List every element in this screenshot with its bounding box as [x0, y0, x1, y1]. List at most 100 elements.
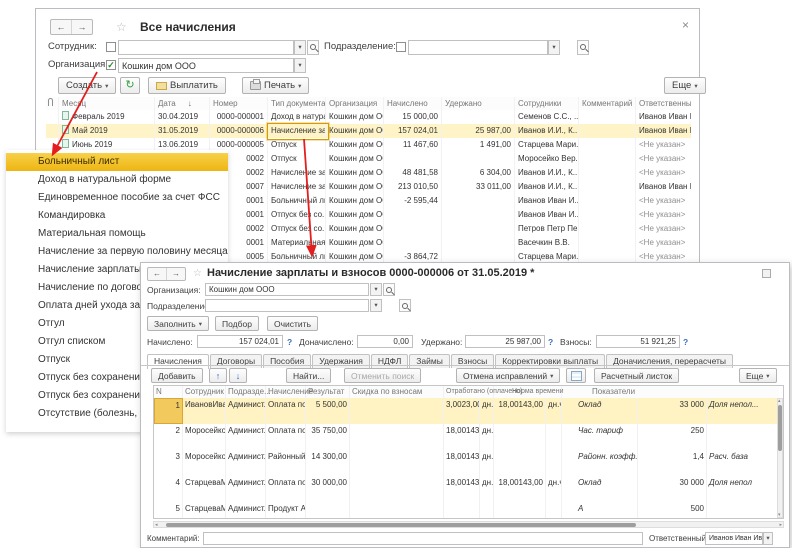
- organization-lookup-icon[interactable]: [383, 283, 395, 296]
- organization-dropdown-icon[interactable]: ▾: [294, 58, 306, 73]
- column-header-discount[interactable]: Скидка по взносам: [350, 386, 444, 398]
- employee-filter-checkbox[interactable]: [106, 42, 116, 52]
- move-up-button[interactable]: ↑: [209, 368, 227, 383]
- fill-button[interactable]: Заполнить ▾: [147, 316, 209, 331]
- menu-item-sick-leave[interactable]: Больничный лист: [6, 153, 228, 171]
- column-header-norm[interactable]: Норма времени: [494, 386, 562, 398]
- employee-dropdown-icon[interactable]: ▾: [294, 40, 306, 55]
- add-row-button[interactable]: Добавить: [151, 368, 203, 383]
- organization-filter-checkbox[interactable]: ✓: [106, 60, 116, 70]
- department-input[interactable]: [205, 299, 369, 312]
- cell-withheld: [442, 222, 515, 236]
- table-row[interactable]: 3 МоросейкоВероника... Админист... Район…: [154, 450, 779, 477]
- pay-button[interactable]: Выплатить: [148, 77, 226, 94]
- cell-month: Февраль 2019: [59, 110, 155, 124]
- department-dropdown-icon[interactable]: ▾: [370, 299, 382, 312]
- column-header-indicators[interactable]: Показатели: [562, 386, 779, 398]
- more-button[interactable]: Еще ▾: [739, 368, 777, 383]
- tab-accruals[interactable]: Начисления: [147, 354, 209, 369]
- organization-dropdown-icon[interactable]: ▾: [370, 283, 382, 296]
- organization-filter-input[interactable]: Кошкин дом ООО: [118, 58, 294, 73]
- menu-item[interactable]: Командировка: [6, 207, 228, 225]
- department-lookup-icon[interactable]: [577, 40, 589, 55]
- column-header-worked[interactable]: Отработано (оплачено): [444, 386, 494, 398]
- column-header-employees[interactable]: Сотрудники: [515, 97, 579, 110]
- scroll-left-icon[interactable]: ◂: [155, 522, 158, 528]
- column-header-month[interactable]: Месяц: [59, 97, 155, 110]
- move-down-button[interactable]: ↓: [229, 368, 247, 383]
- table-settings-button[interactable]: [566, 368, 586, 383]
- cancel-search-button[interactable]: Отменить поиск: [344, 368, 421, 383]
- organization-input[interactable]: Кошкин дом ООО: [205, 283, 369, 296]
- cell-discount: [350, 476, 444, 502]
- column-header-doc-type[interactable]: Тип документа: [268, 97, 326, 110]
- comment-input[interactable]: [203, 532, 643, 545]
- forward-icon[interactable]: →: [72, 20, 92, 34]
- horizontal-scrollbar[interactable]: ◂ ▸: [153, 521, 784, 528]
- find-button[interactable]: Найти...: [286, 368, 331, 383]
- employee-lookup-icon[interactable]: [307, 40, 319, 55]
- cell-discount: [350, 450, 444, 476]
- column-header-n[interactable]: N: [154, 386, 183, 398]
- table-row[interactable]: 4 СтарцеваМария ... Админист... Оплата п…: [154, 476, 779, 503]
- table-row[interactable]: 5 СтарцеваМария ... Админист... Продукт …: [154, 502, 779, 519]
- cell-comment: [579, 166, 636, 180]
- table-row-selected[interactable]: 1 ИвановИван ... Админист... Оплата поок…: [154, 398, 779, 425]
- department-filter-input[interactable]: [408, 40, 548, 55]
- table-row[interactable]: 2 МоросейкоВероника... Админист... Оплат…: [154, 424, 779, 451]
- scroll-right-icon[interactable]: ▸: [779, 522, 782, 528]
- nav-buttons: ← →: [50, 19, 93, 35]
- column-header-accrued[interactable]: Начислено: [384, 97, 442, 110]
- horizontal-scrollbar-thumb[interactable]: [166, 523, 636, 527]
- department-dropdown-icon[interactable]: ▾: [548, 40, 560, 55]
- refresh-button[interactable]: ↻: [120, 77, 140, 94]
- more-button[interactable]: Еще ▾: [664, 77, 706, 94]
- menu-item[interactable]: Доход в натуральной форме: [6, 171, 228, 189]
- back-icon[interactable]: ←: [51, 20, 72, 34]
- responsible-input[interactable]: Иванов Иван Иванович: [705, 532, 763, 545]
- column-header-responsible[interactable]: Ответственный: [636, 97, 691, 110]
- responsible-label: Ответственный:: [649, 534, 708, 543]
- clear-button[interactable]: Очистить: [267, 316, 318, 331]
- menu-item[interactable]: Материальная помощь: [6, 225, 228, 243]
- create-button[interactable]: Создать ▾: [58, 77, 116, 94]
- cell-accrual: Оплата почасовому...: [266, 424, 306, 450]
- vertical-scrollbar-thumb[interactable]: [778, 405, 782, 451]
- chevron-down-icon: ▾: [694, 82, 697, 90]
- column-header-employee[interactable]: Сотрудник: [183, 386, 226, 398]
- responsible-dropdown-icon[interactable]: ▾: [763, 532, 773, 545]
- help-icon[interactable]: ?: [548, 337, 553, 347]
- help-icon[interactable]: ?: [287, 337, 292, 347]
- undo-corrections-button[interactable]: Отмена исправлений ▾: [456, 368, 560, 383]
- close-icon[interactable]: ×: [682, 19, 689, 31]
- menu-item[interactable]: Начисление за первую половину месяца: [6, 243, 228, 261]
- vertical-scrollbar[interactable]: ▴ ▾: [777, 398, 783, 518]
- chevron-down-icon: ▾: [550, 372, 553, 380]
- department-filter-checkbox[interactable]: [396, 42, 406, 52]
- column-header-department[interactable]: Подразде...: [226, 386, 266, 398]
- window-controls-icon[interactable]: [762, 269, 771, 278]
- column-header-withheld[interactable]: Удержано: [442, 97, 515, 110]
- favorite-star-icon[interactable]: ☆: [193, 268, 202, 280]
- department-lookup-icon[interactable]: [399, 299, 411, 312]
- column-header-result[interactable]: Результат: [306, 386, 350, 398]
- employee-filter-input[interactable]: [118, 40, 294, 55]
- scroll-up-icon[interactable]: ▴: [778, 398, 781, 404]
- payslip-button[interactable]: Расчетный листок: [594, 368, 679, 383]
- favorite-star-icon[interactable]: ☆: [116, 21, 127, 33]
- table-row-selected[interactable]: Май 2019 31.05.2019 0000-000006 Начислен…: [46, 124, 691, 139]
- menu-item[interactable]: Единовременное пособие за счет ФСС: [6, 189, 228, 207]
- help-icon[interactable]: ?: [683, 337, 688, 347]
- table-row[interactable]: Февраль 2019 30.04.2019 0000-000001 Дохо…: [46, 110, 691, 125]
- column-header-number[interactable]: Номер: [210, 97, 268, 110]
- scroll-down-icon[interactable]: ▾: [778, 512, 781, 518]
- column-header-date[interactable]: Дата↓: [155, 97, 210, 110]
- forward-icon[interactable]: →: [167, 268, 185, 280]
- column-header-comment[interactable]: Комментарий: [579, 97, 636, 110]
- back-icon[interactable]: ←: [148, 268, 167, 280]
- column-header-organization[interactable]: Организация: [326, 97, 384, 110]
- print-button[interactable]: Печать ▾: [242, 77, 309, 94]
- cell-indicator-value: 250: [638, 424, 707, 450]
- column-header-accrual[interactable]: Начисление: [266, 386, 306, 398]
- pick-button[interactable]: Подбор: [215, 316, 259, 331]
